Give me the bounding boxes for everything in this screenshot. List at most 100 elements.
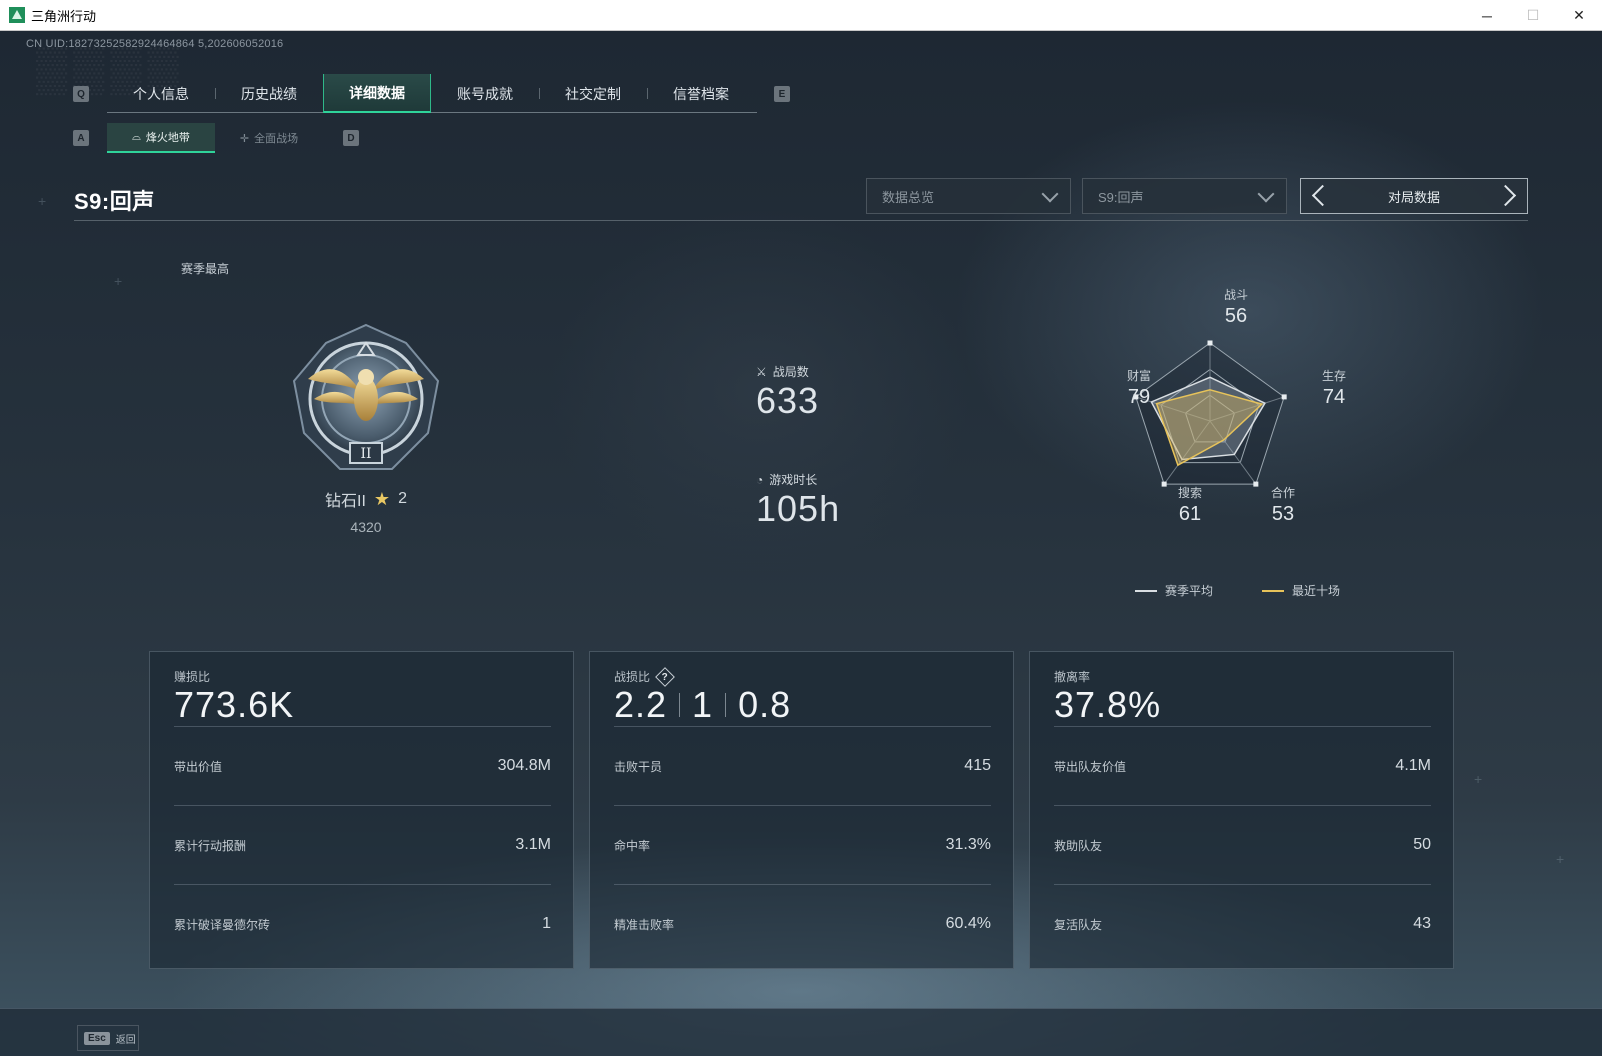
prev-subtab-key-hint[interactable]: A bbox=[73, 130, 89, 146]
stat-row: 精准击败率 60.4% bbox=[614, 884, 991, 963]
radar-label-survival: 生存 74 bbox=[1304, 367, 1364, 409]
data-type-label: 对局数据 bbox=[1387, 189, 1440, 205]
chevron-right-icon[interactable] bbox=[1494, 184, 1517, 207]
radar-label-search: 搜索 61 bbox=[1160, 484, 1220, 526]
svg-text:II: II bbox=[360, 446, 371, 462]
stat-label: 击败干员 bbox=[614, 759, 663, 774]
tab-reputation[interactable]: 信誉档案 bbox=[647, 74, 755, 113]
legend-label: 最近十场 bbox=[1292, 584, 1341, 598]
divider bbox=[679, 693, 681, 717]
chevron-down-icon bbox=[1041, 185, 1059, 203]
stat-label: 命中率 bbox=[614, 838, 651, 853]
next-tab-key-hint[interactable]: E bbox=[774, 86, 790, 102]
stat-row: 带出队友价值 4.1M bbox=[1054, 726, 1431, 805]
stat-row: 累计破译曼德尔砖 1 bbox=[174, 884, 551, 963]
chevron-left-icon[interactable] bbox=[1311, 184, 1334, 207]
clock-icon: ◔ bbox=[756, 472, 764, 487]
uid-label: CN UID:18273252582924464864 5,2026060520… bbox=[26, 38, 284, 50]
game-screen: ▒▒▒▒ CN UID:18273252582924464864 5,20260… bbox=[0, 31, 1602, 1056]
stat-row: 累计行动报酬 3.1M bbox=[174, 805, 551, 884]
kd-value-third: 0.8 bbox=[738, 684, 792, 725]
season-high-caption: 赛季最高 bbox=[181, 262, 230, 276]
extract-card: 撤离率 37.8% 带出队友价值 4.1M 救助队友 50 复活队友 43 bbox=[1029, 651, 1454, 969]
radar-label-wealth: 财富 79 bbox=[1109, 367, 1169, 409]
stat-label: 复活队友 bbox=[1054, 917, 1103, 932]
radar-vertex-dot bbox=[1207, 340, 1213, 346]
next-subtab-key-hint[interactable]: D bbox=[343, 130, 359, 146]
kd-value-main: 2.2 bbox=[614, 684, 668, 725]
rank-tier-line: 钻石II ★ 2 bbox=[290, 487, 442, 511]
stat-row: 救助队友 50 bbox=[1054, 805, 1431, 884]
season-dropdown-value: S9:回声 bbox=[1098, 189, 1144, 205]
stat-row: 复活队友 43 bbox=[1054, 884, 1431, 963]
crossed-swords-icon: ⚔ bbox=[756, 364, 767, 379]
tab-detailed-data[interactable]: 详细数据 bbox=[323, 74, 431, 113]
radar-axis-name: 生存 bbox=[1321, 369, 1346, 383]
radar-axis-value: 56 bbox=[1224, 305, 1248, 327]
data-type-switcher: 对局数据 bbox=[1300, 178, 1528, 214]
radar-dish-icon: ⌓ bbox=[132, 130, 141, 143]
stat-value: 304.8M bbox=[497, 757, 551, 774]
stat-value: 50 bbox=[1413, 836, 1431, 853]
radar-axis-value: 53 bbox=[1271, 503, 1295, 525]
season-dropdown[interactable]: S9:回声 bbox=[1082, 178, 1287, 214]
tab-achievements[interactable]: 账号成就 bbox=[431, 74, 539, 113]
window-title: 三角洲行动 bbox=[31, 8, 97, 24]
profit-ratio-value: 773.6K bbox=[174, 684, 295, 725]
radar-axis-name: 财富 bbox=[1126, 369, 1151, 383]
tab-social[interactable]: 社交定制 bbox=[539, 74, 647, 113]
extract-rate-value: 37.8% bbox=[1054, 684, 1162, 725]
app-logo-icon bbox=[9, 7, 25, 23]
stat-label: 带出价值 bbox=[174, 759, 223, 774]
mode-tabs: ⌓ 烽火地带 ✛ 全面战场 bbox=[107, 123, 323, 153]
season-title: S9:回声 bbox=[74, 189, 155, 214]
stat-value: 1 bbox=[542, 915, 551, 932]
radar-label-cooperation: 合作 53 bbox=[1253, 484, 1313, 526]
crosshair-icon: ✛ bbox=[239, 132, 250, 145]
rank-score: 4320 bbox=[350, 519, 382, 535]
stat-value: 31.3% bbox=[945, 836, 991, 853]
stat-row: 命中率 31.3% bbox=[614, 805, 991, 884]
radar-axis-value: 79 bbox=[1127, 386, 1151, 408]
decor-cross: + bbox=[114, 273, 123, 289]
radar-axis-name: 战斗 bbox=[1223, 288, 1248, 302]
decor-cross: + bbox=[38, 193, 47, 209]
legend-swatch bbox=[1135, 589, 1157, 592]
stat-label: 精准击败率 bbox=[614, 917, 675, 932]
radar-label-combat: 战斗 56 bbox=[1206, 286, 1266, 328]
divider bbox=[725, 693, 727, 717]
rank-stars: 2 bbox=[398, 490, 407, 507]
window-controls: ─ ☐ ✕ bbox=[1464, 0, 1602, 31]
radar-axis-value: 74 bbox=[1322, 386, 1346, 408]
maximize-button[interactable]: ☐ bbox=[1510, 0, 1556, 31]
stat-label: 救助队友 bbox=[1054, 838, 1103, 853]
prev-tab-key-hint[interactable]: Q bbox=[73, 86, 89, 102]
rank-tier: 钻石II bbox=[325, 493, 366, 510]
help-glyph: ? bbox=[661, 670, 669, 682]
legend-swatch bbox=[1262, 589, 1284, 592]
stat-row: 带出价值 304.8M bbox=[174, 726, 551, 805]
stat-row: 击败干员 415 bbox=[614, 726, 991, 805]
kd-values: 2.2 1 0.8 bbox=[614, 684, 791, 726]
tab-personal-info[interactable]: 个人信息 bbox=[107, 74, 215, 113]
data-category-dropdown[interactable]: 数据总览 bbox=[866, 178, 1071, 214]
tab-mode-warfare-label: 全面战场 bbox=[254, 133, 299, 145]
matches-value: 633 bbox=[756, 380, 820, 421]
minimize-button[interactable]: ─ bbox=[1464, 0, 1510, 31]
tab-mode-warfare[interactable]: ✛ 全面战场 bbox=[215, 123, 323, 153]
kd-value-second: 1 bbox=[692, 684, 714, 725]
stat-value: 415 bbox=[964, 757, 991, 774]
rank-badge-icon: II bbox=[292, 323, 440, 470]
radar-vertex-dot bbox=[1281, 394, 1287, 400]
data-category-value: 数据总览 bbox=[882, 189, 935, 205]
back-button[interactable]: Esc 返回 bbox=[77, 1025, 139, 1051]
playtime-label-row: ◔ 游戏时长 bbox=[756, 471, 817, 488]
close-button[interactable]: ✕ bbox=[1556, 0, 1602, 31]
matches-label: 战局数 bbox=[772, 365, 809, 379]
decor-cross: + bbox=[1474, 771, 1483, 787]
radar-axis-value: 61 bbox=[1178, 503, 1202, 525]
tab-mode-operations[interactable]: ⌓ 烽火地带 bbox=[107, 123, 215, 153]
stat-value: 4.1M bbox=[1395, 757, 1431, 774]
tab-match-history[interactable]: 历史战绩 bbox=[215, 74, 323, 113]
legend-season-average: 赛季平均 bbox=[1135, 582, 1213, 599]
